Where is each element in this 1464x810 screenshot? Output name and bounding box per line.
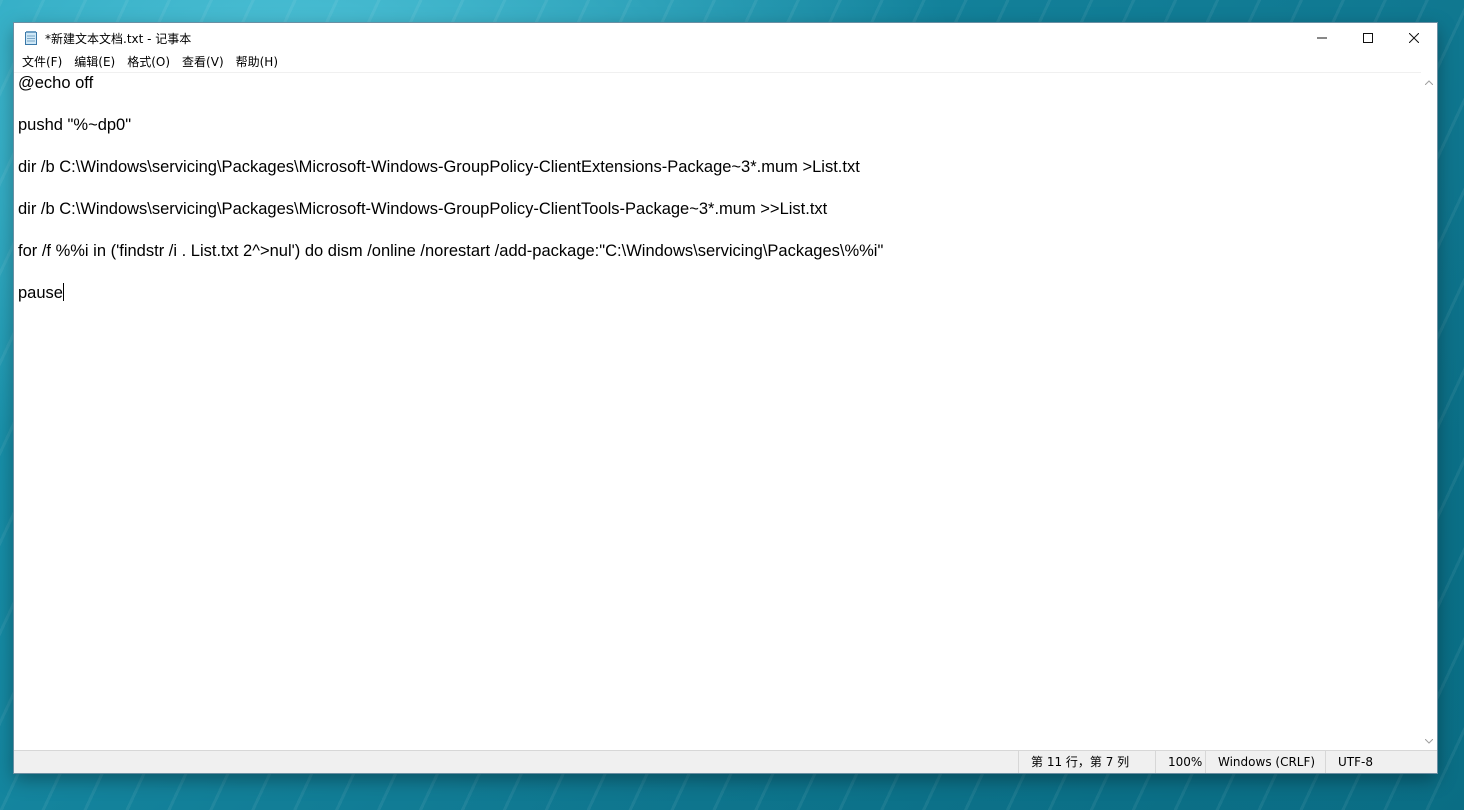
editor-line: for /f %%i in ('findstr /i . List.txt 2^… bbox=[18, 242, 884, 260]
status-encoding: UTF-8 bbox=[1325, 751, 1421, 773]
status-zoom: 100% bbox=[1155, 751, 1205, 773]
scroll-up-icon[interactable] bbox=[1421, 74, 1437, 90]
notepad-icon bbox=[23, 30, 39, 46]
editor-line-text: pause bbox=[18, 284, 63, 302]
editor-line: @echo off bbox=[18, 74, 94, 92]
text-editor[interactable]: @echo off pushd "%~dp0" dir /b C:\Window… bbox=[14, 72, 1421, 751]
menu-bar: 文件(F) 编辑(E) 格式(O) 查看(V) 帮助(H) bbox=[14, 53, 1437, 72]
title-bar[interactable]: *新建文本文档.txt - 记事本 bbox=[14, 23, 1437, 53]
menu-format[interactable]: 格式(O) bbox=[122, 53, 177, 72]
menu-edit[interactable]: 编辑(E) bbox=[69, 53, 122, 72]
status-bar: 第 11 行，第 7 列 100% Windows (CRLF) UTF-8 bbox=[14, 750, 1437, 773]
editor-lines[interactable]: @echo off pushd "%~dp0" dir /b C:\Window… bbox=[14, 73, 1421, 304]
close-icon bbox=[1409, 33, 1419, 43]
maximize-icon bbox=[1363, 33, 1373, 43]
minimize-button[interactable] bbox=[1299, 23, 1345, 53]
status-cursor-position: 第 11 行，第 7 列 bbox=[1018, 751, 1155, 773]
text-caret bbox=[62, 283, 64, 301]
window-title: *新建文本文档.txt - 记事本 bbox=[45, 31, 192, 46]
minimize-icon bbox=[1317, 37, 1327, 39]
editor-line: pushd "%~dp0" bbox=[18, 116, 132, 134]
status-line-ending: Windows (CRLF) bbox=[1205, 751, 1325, 773]
menu-help[interactable]: 帮助(H) bbox=[231, 53, 285, 72]
editor-line: dir /b C:\Windows\servicing\Packages\Mic… bbox=[18, 200, 828, 218]
vertical-scrollbar[interactable] bbox=[1421, 72, 1437, 751]
maximize-button[interactable] bbox=[1345, 23, 1391, 53]
editor-line-with-caret: pause bbox=[18, 283, 1421, 304]
resize-grip-icon[interactable] bbox=[1421, 751, 1437, 773]
editor-line: dir /b C:\Windows\servicing\Packages\Mic… bbox=[18, 158, 860, 176]
notepad-window: *新建文本文档.txt - 记事本 文件(F) 编辑(E) 格式(O) 查看(V… bbox=[14, 23, 1437, 773]
menu-file[interactable]: 文件(F) bbox=[17, 53, 69, 72]
scroll-down-icon[interactable] bbox=[1421, 733, 1437, 749]
status-filler bbox=[14, 751, 1018, 773]
menu-view[interactable]: 查看(V) bbox=[177, 53, 231, 72]
close-button[interactable] bbox=[1391, 23, 1437, 53]
